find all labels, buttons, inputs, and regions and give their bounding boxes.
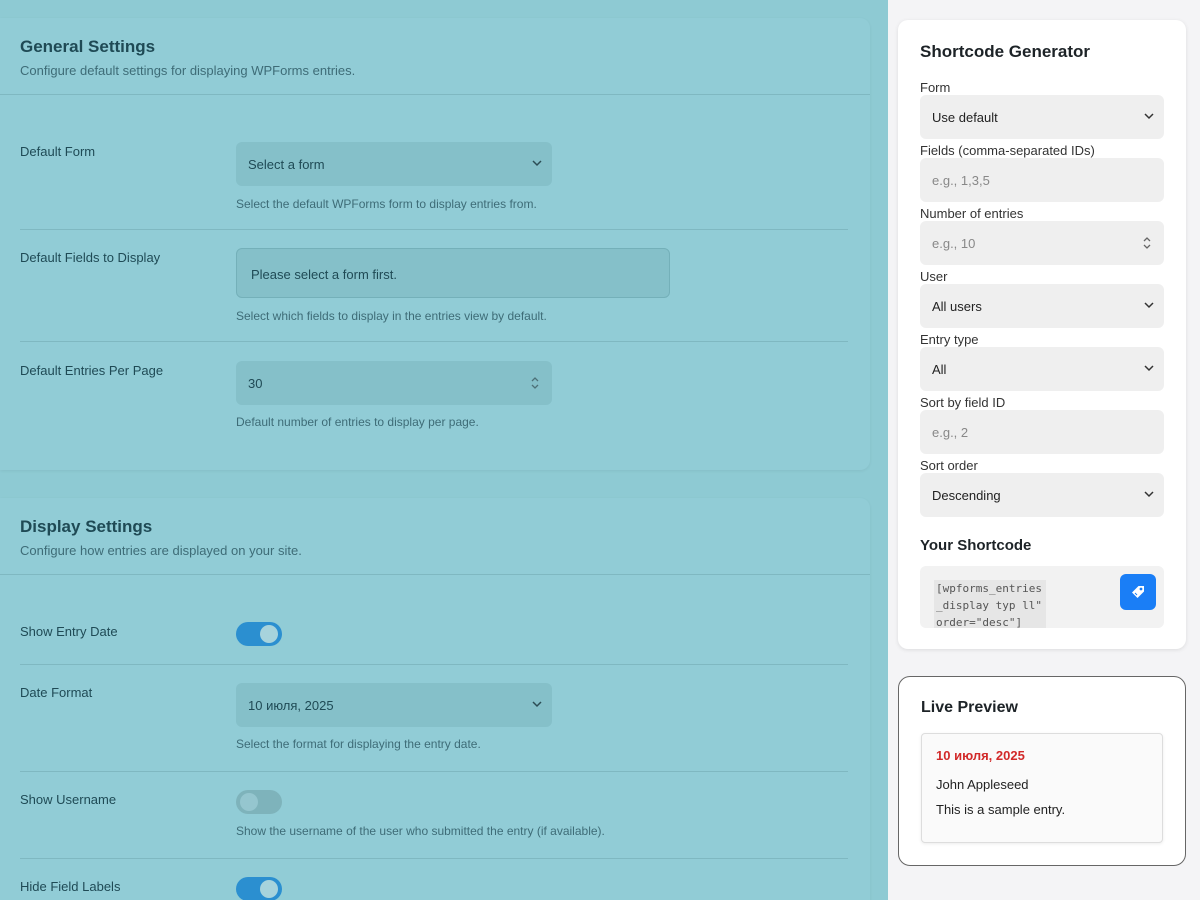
preview-entry-card: 10 июля, 2025 John Appleseed This is a s… [921, 733, 1163, 843]
tag-icon [1132, 586, 1144, 598]
shortcode-text[interactable]: [wpforms_entries_display typ ll" order="… [934, 580, 1046, 628]
form-select-value: Use default [932, 110, 998, 125]
sort-order-value: Descending [932, 488, 1001, 503]
sort-field-placeholder: e.g., 2 [932, 425, 969, 440]
date-format-value: 10 июля, 2025 [248, 698, 334, 713]
shortcode-generator-title: Shortcode Generator [920, 42, 1091, 61]
chevron-down-icon [532, 701, 542, 708]
toggle-knob [240, 793, 258, 811]
sort-order-select[interactable]: Descending [920, 473, 1164, 517]
default-fields-help: Select which fields to display in the en… [236, 309, 547, 323]
shortcode-generator-panel: Shortcode Generator Form Use default Fie… [898, 20, 1186, 649]
user-select-value: All users [932, 299, 982, 314]
preview-entry-name: John Appleseed [936, 777, 1029, 792]
entry-type-value: All [932, 362, 947, 377]
default-form-select[interactable]: Select a form [236, 142, 552, 186]
form-select[interactable]: Use default [920, 95, 1164, 139]
fields-input[interactable]: e.g., 1,3,5 [920, 158, 1164, 202]
hide-field-labels-label: Hide Field Labels [20, 879, 121, 894]
user-select[interactable]: All users [920, 284, 1164, 328]
entry-type-select[interactable]: All [920, 347, 1164, 391]
sort-field-label: Sort by field ID [920, 395, 1006, 410]
default-form-value: Select a form [248, 157, 325, 172]
live-preview-title: Live Preview [921, 699, 1018, 716]
display-settings-title: Display Settings [20, 517, 153, 536]
row-show-username: Show Username Show the username of the u… [20, 772, 848, 859]
entries-per-page-help: Default number of entries to display per… [236, 415, 479, 429]
entries-count-placeholder: e.g., 10 [932, 236, 976, 251]
copy-shortcode-button[interactable] [1120, 574, 1156, 610]
display-settings-subtitle: Configure how entries are displayed on y… [20, 543, 302, 558]
your-shortcode-title: Your Shortcode [920, 537, 1032, 554]
chevron-down-icon [1144, 302, 1154, 309]
general-settings-card: General Settings Configure default setti… [0, 18, 870, 470]
preview-entry-text: This is a sample entry. [936, 802, 1066, 817]
toggle-knob [260, 880, 278, 898]
sort-field-input[interactable]: e.g., 2 [920, 410, 1164, 454]
display-settings-card: Display Settings Configure how entries a… [0, 498, 870, 900]
toggle-knob [260, 625, 278, 643]
display-settings-header: Display Settings Configure how entries a… [0, 498, 870, 575]
show-username-label: Show Username [20, 792, 117, 807]
general-settings-subtitle: Configure default settings for displayin… [20, 63, 356, 78]
show-entry-date-toggle[interactable] [236, 622, 282, 646]
live-preview-panel: Live Preview 10 июля, 2025 John Applesee… [898, 676, 1186, 866]
user-label: User [920, 269, 948, 284]
default-fields-placeholder: Please select a form first. [251, 267, 397, 282]
entries-per-page-value: 30 [248, 376, 263, 391]
entry-type-label: Entry type [920, 332, 979, 347]
default-form-label: Default Form [20, 144, 96, 159]
chevron-down-icon [1144, 113, 1154, 120]
row-show-entry-date: Show Entry Date [20, 574, 848, 665]
settings-overlay: General Settings Configure default setti… [0, 0, 888, 900]
general-settings-title: General Settings [20, 37, 156, 56]
row-entries-per-page: Default Entries Per Page 30 Default numb… [20, 342, 848, 452]
fields-label: Fields (comma-separated IDs) [920, 143, 1095, 158]
stepper-icon[interactable] [1142, 235, 1152, 251]
entries-per-page-label: Default Entries Per Page [20, 363, 164, 378]
date-format-select[interactable]: 10 июля, 2025 [236, 683, 552, 727]
row-date-format: Date Format 10 июля, 2025 Select the for… [20, 665, 848, 772]
default-form-help: Select the default WPForms form to displ… [236, 197, 537, 211]
entries-count-label: Number of entries [920, 206, 1024, 221]
chevron-down-icon [532, 160, 542, 167]
preview-entry-date: 10 июля, 2025 [936, 748, 1025, 763]
chevron-down-icon [1144, 491, 1154, 498]
show-username-help: Show the username of the user who submit… [236, 824, 605, 838]
show-username-toggle[interactable] [236, 790, 282, 814]
date-format-label: Date Format [20, 685, 93, 700]
general-settings-header: General Settings Configure default setti… [0, 18, 870, 95]
entries-count-input[interactable]: e.g., 10 [920, 221, 1164, 265]
form-label: Form [920, 80, 951, 95]
stepper-icon[interactable] [530, 375, 540, 391]
chevron-down-icon [1144, 365, 1154, 372]
fields-placeholder: e.g., 1,3,5 [932, 173, 990, 188]
row-default-form: Default Form Select a form Select the de… [20, 113, 848, 230]
show-entry-date-label: Show Entry Date [20, 624, 118, 639]
default-fields-box[interactable]: Please select a form first. [236, 248, 670, 298]
sort-order-label: Sort order [920, 458, 978, 473]
row-default-fields: Default Fields to Display Please select … [20, 230, 848, 342]
default-fields-label: Default Fields to Display [20, 250, 161, 265]
hide-field-labels-toggle[interactable] [236, 877, 282, 900]
row-hide-field-labels: Hide Field Labels [20, 859, 848, 900]
date-format-help: Select the format for displaying the ent… [236, 737, 481, 751]
entries-per-page-input[interactable]: 30 [236, 361, 552, 405]
shortcode-box: [wpforms_entries_display typ ll" order="… [920, 566, 1164, 628]
